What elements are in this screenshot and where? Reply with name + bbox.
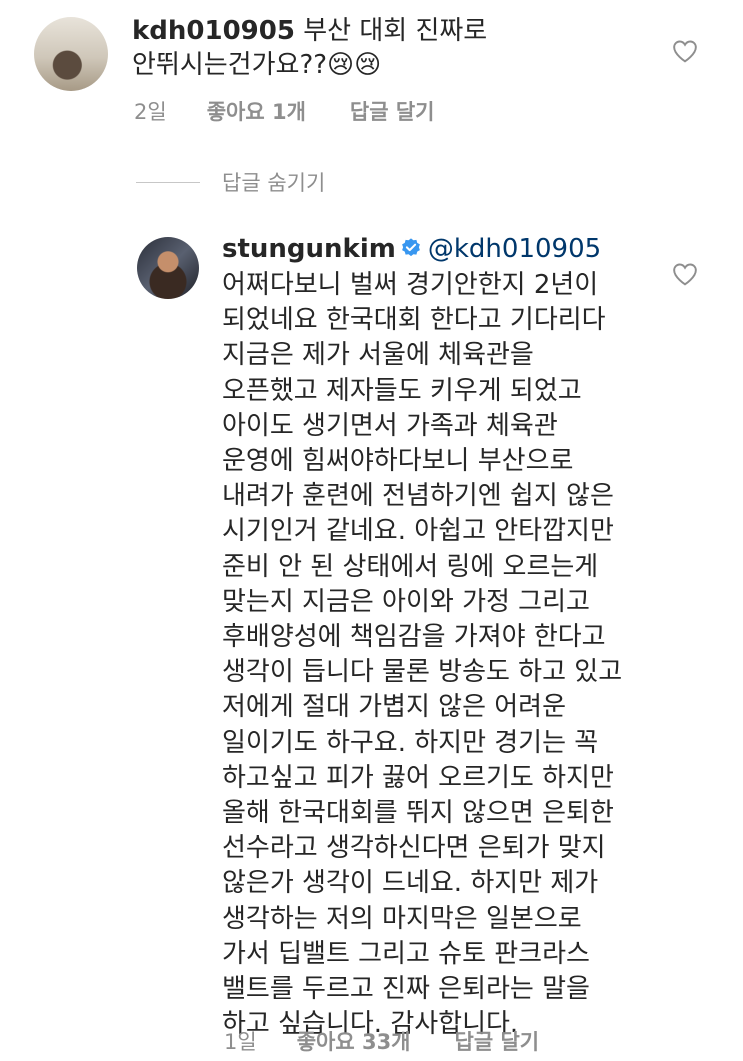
likes-count[interactable]: 좋아요 33개: [297, 1026, 411, 1056]
reply-time: 1일: [224, 1030, 257, 1054]
hide-replies-button[interactable]: 답글 숨기기: [136, 167, 325, 197]
comment-time: 2일: [134, 100, 167, 124]
likes-count[interactable]: 좋아요 1개: [207, 96, 306, 126]
verified-badge-icon: [401, 238, 420, 257]
reply-text: 어쩌다보니 벌써 경기안한지 2년이 되었네요 한국대회 한다고 기다리다 지금…: [222, 270, 623, 1040]
heart-icon[interactable]: [672, 262, 698, 286]
reply-header: stungunkim @kdh010905: [222, 232, 662, 266]
comment-text: kdh010905 부산 대회 진짜로 안뛰시는건가요??😢😢: [132, 14, 652, 82]
mention-link[interactable]: @kdh010905: [428, 234, 601, 264]
hide-replies-label: 답글 숨기기: [222, 171, 326, 195]
reply-button[interactable]: 답글 달기: [350, 96, 435, 126]
heart-icon[interactable]: [672, 39, 698, 63]
comment-line1: 부산 대회 진짜로: [303, 16, 488, 46]
reply-meta: 1일 좋아요 33개 답글 달기: [224, 1026, 539, 1056]
reply-button[interactable]: 답글 달기: [455, 1026, 540, 1056]
comment-line2: 안뛰시는건가요??😢😢: [132, 50, 382, 80]
reply-username[interactable]: stungunkim: [222, 234, 396, 264]
comment-username[interactable]: kdh010905: [132, 16, 295, 46]
avatar[interactable]: [137, 237, 199, 299]
avatar[interactable]: [34, 17, 108, 91]
comment-meta: 2일 좋아요 1개 답글 달기: [134, 96, 434, 126]
divider: [136, 181, 200, 183]
